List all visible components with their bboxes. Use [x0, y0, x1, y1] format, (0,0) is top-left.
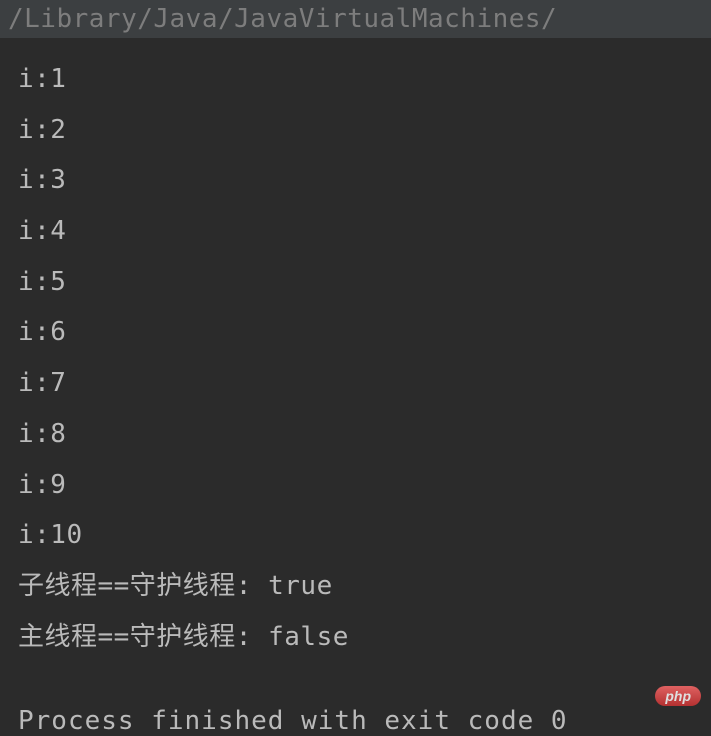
output-line: i:4 — [18, 206, 703, 257]
output-line: i:10 — [18, 510, 703, 561]
output-line: i:2 — [18, 105, 703, 156]
console-output: i:1 i:2 i:3 i:4 i:5 i:6 i:7 i:8 i:9 i:10… — [0, 38, 711, 662]
output-line: i:6 — [18, 307, 703, 358]
output-line: i:7 — [18, 358, 703, 409]
output-line: i:1 — [18, 54, 703, 105]
command-path-line: /Library/Java/JavaVirtualMachines/ — [0, 0, 711, 38]
php-watermark: php — [655, 686, 701, 706]
output-line: i:5 — [18, 257, 703, 308]
output-line: i:3 — [18, 155, 703, 206]
output-line: i:9 — [18, 460, 703, 511]
exit-message: Process finished with exit code 0 — [18, 706, 568, 736]
output-line: 主线程==守护线程: false — [18, 612, 703, 663]
output-line: i:8 — [18, 409, 703, 460]
output-line: 子线程==守护线程: true — [18, 561, 703, 612]
